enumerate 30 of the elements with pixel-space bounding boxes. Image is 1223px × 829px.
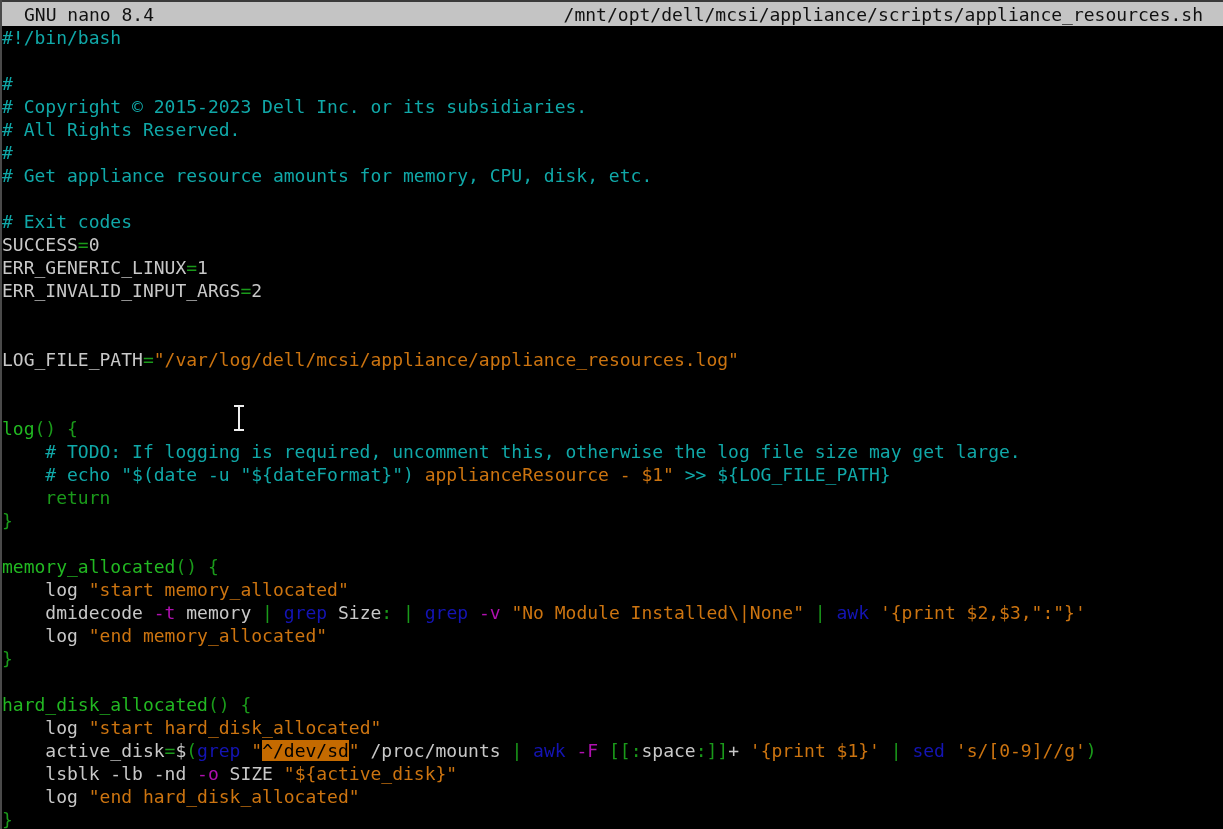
code-line: log() { [2, 417, 78, 440]
file-path: /mnt/opt/dell/mcsi/appliance/scripts/appliance_resources.sh [563, 3, 1203, 25]
code-line: ERR_GENERIC_LINUX=1 [2, 256, 208, 279]
code-line: LOG_FILE_PATH="/var/log/dell/mcsi/appliance/appliance_resources.log" [2, 348, 739, 371]
code-line: # [2, 72, 13, 95]
code-line: log "end memory_allocated" [44, 624, 328, 647]
code-line: # Get appliance resource amounts for memory, CPU, disk, etc. [2, 164, 653, 187]
code-line: lsblk -lb -nd -o SIZE "${active_disk}" [44, 762, 458, 785]
code-line: return [44, 486, 111, 509]
code-line: SUCCESS=0 [2, 233, 100, 256]
code-line: } [2, 509, 13, 532]
code-line: # All Rights Reserved. [2, 118, 241, 141]
code-line: dmidecode -t memory | grep Size: | grep -v "No Module Installed\|None" | awk '{print $2,$3,":"}' [44, 601, 1086, 624]
app-version: GNU nano 8.4 [24, 3, 155, 25]
code-line: log "start memory_allocated" [44, 578, 349, 601]
code-line: active_disk=$(grep "^/dev/sd" /proc/mounts | awk -F [[:space:]]+ '{print $1}' | sed 's/[0-9]//g') [44, 739, 1097, 762]
code-line: # Copyright © 2015-2023 Dell Inc. or its subsidiaries. [2, 95, 588, 118]
code-line: log "start hard_disk_allocated" [44, 716, 382, 739]
code-line: # TODO: If logging is required, uncomment this, otherwise the log file size may get large. [44, 440, 1021, 463]
code-line: log "end hard_disk_allocated" [44, 785, 360, 808]
code-line: } [2, 647, 13, 670]
code-line: memory_allocated() { [2, 555, 219, 578]
code-line: #!/bin/bash [2, 26, 122, 49]
code-line: # echo "$(date -u "${dateFormat}") applianceResource - $1" >> ${LOG_FILE_PATH} [44, 463, 891, 486]
code-line: # Exit codes [2, 210, 133, 233]
text-cursor-icon [232, 405, 246, 431]
code-line: } [2, 808, 13, 829]
code-line: # [2, 141, 13, 164]
code-line: ERR_INVALID_INPUT_ARGS=2 [2, 279, 263, 302]
code-line: hard_disk_allocated() { [2, 693, 252, 716]
